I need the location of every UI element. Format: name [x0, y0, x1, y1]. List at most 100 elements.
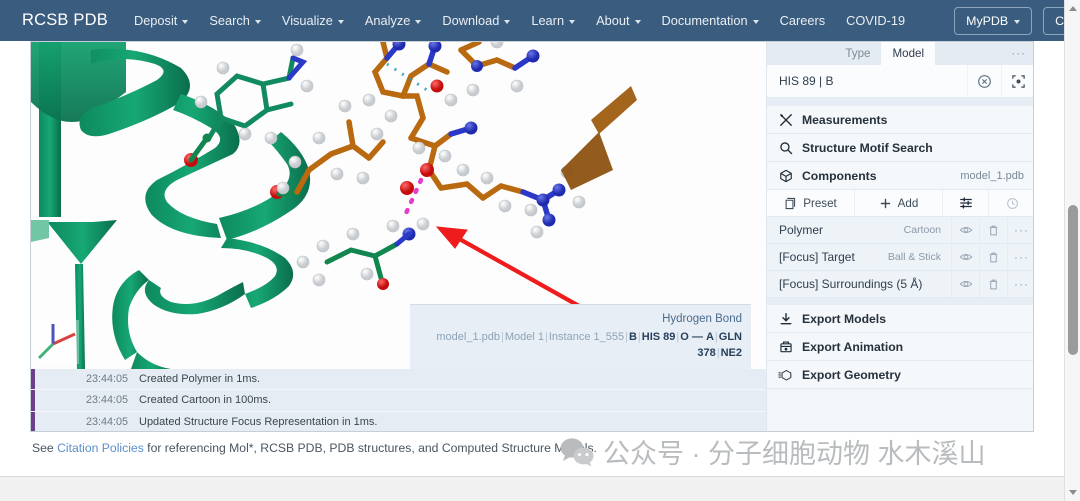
add-button[interactable]: Add [855, 190, 943, 216]
tab-spacer-right [935, 42, 1002, 65]
section-measurements[interactable]: Measurements [767, 106, 1033, 134]
nav-item-label: COVID-19 [846, 13, 906, 28]
log-panel[interactable]: 23:44:05 Created Polymer in 1ms. 23:44:05 C… [31, 369, 766, 431]
nav-item-label: Search [209, 13, 250, 28]
nav-item-careers[interactable]: Careers [780, 13, 826, 28]
ellipsis-icon[interactable]: ··· [1007, 271, 1033, 297]
component-name: [Focus] Surroundings (5 Å) [779, 277, 923, 291]
chevron-down-icon [337, 19, 344, 24]
axes-widget [33, 320, 79, 364]
nav-menu: Deposit Search Visualize Analyze Download Lea… [134, 13, 926, 28]
nav-item-learn[interactable]: Learn [531, 13, 576, 28]
tooltip-chain-b: B [628, 331, 637, 343]
watermark-text: 公众号 · 分子细胞动物 水木溪山 [603, 439, 986, 469]
chevron-down-icon [634, 19, 641, 24]
nav-item-about[interactable]: About [596, 13, 641, 28]
chevron-down-icon [182, 19, 189, 24]
log-message: Created Cartoon in 100ms. [139, 394, 272, 407]
tooltip-dash: — [691, 331, 703, 343]
section-components[interactable]: Components model_1.pdb [767, 162, 1033, 190]
section-label: Measurements [802, 112, 888, 127]
nav-item-label: Learn [531, 13, 565, 28]
component-row[interactable]: [Focus] Surroundings (5 Å) ··· [767, 271, 1033, 298]
clock-icon [1006, 197, 1018, 209]
panel-gap [767, 98, 1033, 106]
section-label: Components [802, 168, 877, 183]
mypdb-label: MyPDB [966, 13, 1009, 28]
film-icon [778, 340, 793, 354]
history-button[interactable] [989, 190, 1033, 216]
add-label: Add [897, 196, 919, 210]
ellipsis-icon[interactable]: ··· [1007, 217, 1033, 243]
chevron-down-icon [752, 19, 759, 24]
nav-item-label: About [596, 13, 630, 28]
component-row[interactable]: Polymer Cartoon ··· [767, 217, 1033, 244]
component-row[interactable]: [Focus] Target Ball & Stick ··· [767, 244, 1033, 271]
log-entry: 23:44:05 Created Cartoon in 100ms. [31, 390, 766, 412]
panel-divider [767, 298, 1033, 305]
eye-icon[interactable] [951, 271, 979, 297]
controls-panel: Type Model ··· HIS 89 | B Measurements S… [766, 42, 1033, 431]
log-time: 23:44:05 [85, 373, 128, 386]
citation-suffix: for referencing Mol*, RCSB PDB, PDB stru… [143, 441, 597, 455]
trash-icon[interactable] [979, 244, 1007, 270]
options-button[interactable] [943, 190, 989, 216]
export-geometry-row[interactable]: Export Geometry [767, 361, 1033, 389]
mypdb-button[interactable]: MyPDB [954, 6, 1033, 35]
log-message: Created Polymer in 1ms. [139, 373, 261, 386]
browser-scrollbar[interactable] [1064, 0, 1080, 501]
component-representation: Cartoon [903, 224, 941, 236]
nav-item-analyze[interactable]: Analyze [365, 13, 422, 28]
eye-icon[interactable] [951, 244, 979, 270]
nav-item-deposit[interactable]: Deposit [133, 13, 189, 28]
tab-model[interactable]: Model [881, 42, 936, 65]
export-label: Export Models [802, 311, 886, 326]
scrollbar-down-button[interactable] [1065, 484, 1080, 501]
molecular-viewport[interactable]: Hydrogen Bond model_1.pdb|Model 1|Instan… [31, 42, 766, 369]
preset-button[interactable]: Preset [767, 190, 855, 216]
tooltip-model: Model 1 [504, 331, 544, 343]
export-models-row[interactable]: Export Models [767, 305, 1033, 333]
nav-item-documentation[interactable]: Documentation [662, 13, 759, 28]
citation-policies-link[interactable]: Citation Policies [57, 441, 144, 455]
component-name: [Focus] Target [779, 250, 855, 264]
chevron-up-icon [1069, 6, 1077, 11]
tooltip-file: model_1.pdb [436, 331, 500, 343]
tooltip-title: Hydrogen Bond [662, 313, 742, 325]
section-structure-motif-search[interactable]: Structure Motif Search [767, 134, 1033, 162]
ellipsis-icon[interactable]: ··· [1007, 244, 1033, 270]
trash-icon[interactable] [979, 217, 1007, 243]
nav-item-download[interactable]: Download [442, 13, 511, 28]
panel-overflow-button[interactable]: ··· [1002, 42, 1033, 65]
nav-item-search[interactable]: Search [209, 13, 261, 28]
selection-row: HIS 89 | B [767, 64, 1033, 98]
tooltip-atom-b: O [680, 331, 689, 343]
nav-item-label: Deposit [133, 13, 178, 28]
tooltip-chain-a: A [705, 331, 714, 343]
preset-icon [785, 197, 796, 209]
panel-tabs: Type Model [834, 42, 936, 65]
log-time: 23:44:05 [85, 394, 128, 407]
circle-x-icon[interactable] [967, 64, 1001, 98]
page-bottom-bar [0, 476, 1064, 501]
scrollbar-thumb[interactable] [1068, 205, 1078, 355]
export-animation-row[interactable]: Export Animation [767, 333, 1033, 361]
panel-tab-bar: Type Model ··· [767, 42, 1033, 65]
tab-type[interactable]: Type [834, 42, 881, 65]
eye-icon[interactable] [951, 217, 979, 243]
nav-item-label: Documentation [661, 13, 748, 28]
chevron-down-icon [1014, 19, 1021, 24]
nav-item-label: Careers [779, 13, 826, 28]
nav-item-covid-19[interactable]: COVID-19 [846, 13, 905, 28]
nav-item-visualize[interactable]: Visualize [282, 13, 344, 28]
trash-icon[interactable] [979, 271, 1007, 297]
crosshair-icon[interactable] [1001, 64, 1033, 98]
scrollbar-up-button[interactable] [1065, 0, 1080, 17]
cube-icon [778, 169, 793, 183]
sliders-icon [959, 197, 972, 209]
download-icon [778, 312, 793, 326]
nav-item-label: Visualize [281, 13, 333, 28]
rcsb-pdb-logo[interactable]: RCSB PDB [22, 11, 108, 30]
component-representation: Ball & Stick [887, 251, 941, 263]
nav-item-label: Analyze [364, 13, 411, 28]
